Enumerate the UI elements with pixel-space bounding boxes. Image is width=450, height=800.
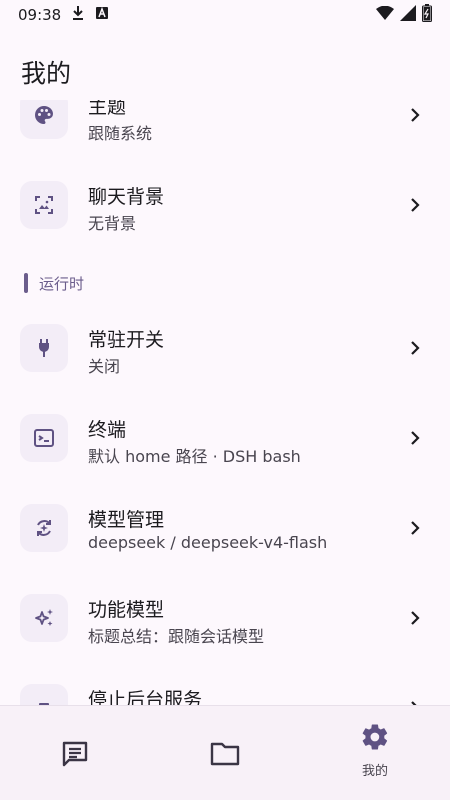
palette-icon: [20, 100, 68, 139]
setting-title: 停止后台服务: [88, 689, 203, 705]
setting-item-theme[interactable]: 主题 跟随系统: [0, 100, 450, 160]
setting-title: 终端: [88, 419, 127, 441]
setting-title: 常驻开关: [88, 329, 165, 351]
setting-subtitle: 默认 home 路径 · DSH bash: [88, 447, 301, 466]
a-icon: [95, 6, 109, 24]
folder-icon: [210, 739, 240, 769]
setting-title: 模型管理: [88, 509, 165, 531]
nav-label: 我的: [361, 764, 388, 779]
signal-icon: [400, 5, 416, 25]
download-icon: [71, 5, 85, 25]
setting-item-persistent-switch[interactable]: 常驻开关 关闭: [0, 303, 450, 393]
battery-icon: [422, 4, 432, 26]
chevron-right-icon: [411, 198, 420, 212]
setting-item-chat-background[interactable]: 聊天背景 无背景: [0, 160, 450, 250]
setting-title: 聊天背景: [88, 186, 165, 208]
chevron-right-icon: [411, 108, 420, 122]
chevron-right-icon: [411, 431, 420, 445]
setting-subtitle: deepseek / deepseek-v4-flash: [88, 533, 328, 552]
section-header-runtime: 运行时: [24, 272, 84, 294]
wifi-icon: [376, 5, 394, 24]
settings-list[interactable]: 主题 跟随系统 聊天背景 无背景 运行时 常驻开关 关闭 终端 默认 home …: [0, 100, 450, 705]
chevron-right-icon: [411, 521, 420, 535]
chevron-right-icon: [411, 341, 420, 355]
bottom-navigation: 我的: [0, 705, 450, 800]
gear-icon: [360, 722, 390, 752]
setting-item-terminal[interactable]: 终端 默认 home 路径 · DSH bash: [0, 393, 450, 483]
section-accent-bar: [24, 273, 28, 293]
nav-item-files[interactable]: [150, 706, 300, 800]
terminal-icon: [20, 414, 68, 462]
nav-item-chat[interactable]: [0, 706, 150, 800]
chevron-right-icon: [411, 611, 420, 625]
chat-icon: [60, 739, 90, 769]
setting-title: 主题: [88, 100, 127, 118]
plug-icon: [20, 324, 68, 372]
setting-subtitle: 关闭: [88, 357, 121, 376]
status-bar: 09:38: [0, 0, 450, 30]
setting-item-model-management[interactable]: 模型管理 deepseek / deepseek-v4-flash: [0, 483, 450, 573]
nav-item-mine[interactable]: 我的: [300, 706, 450, 800]
status-time: 09:38: [18, 6, 62, 24]
model-sync-icon: [20, 504, 68, 552]
setting-subtitle: 标题总结：跟随会话模型: [88, 627, 265, 646]
setting-item-function-model[interactable]: 功能模型 标题总结：跟随会话模型: [0, 573, 450, 663]
stop-icon: [20, 684, 68, 705]
sparkle-icon: [20, 594, 68, 642]
setting-subtitle: 跟随系统: [88, 124, 153, 143]
setting-subtitle: 无背景: [88, 214, 137, 233]
setting-title: 功能模型: [88, 599, 165, 621]
wallpaper-icon: [20, 181, 68, 229]
page-title: 我的: [21, 59, 72, 88]
setting-item-stop-service[interactable]: 停止后台服务: [0, 663, 450, 705]
section-label: 运行时: [39, 274, 85, 293]
